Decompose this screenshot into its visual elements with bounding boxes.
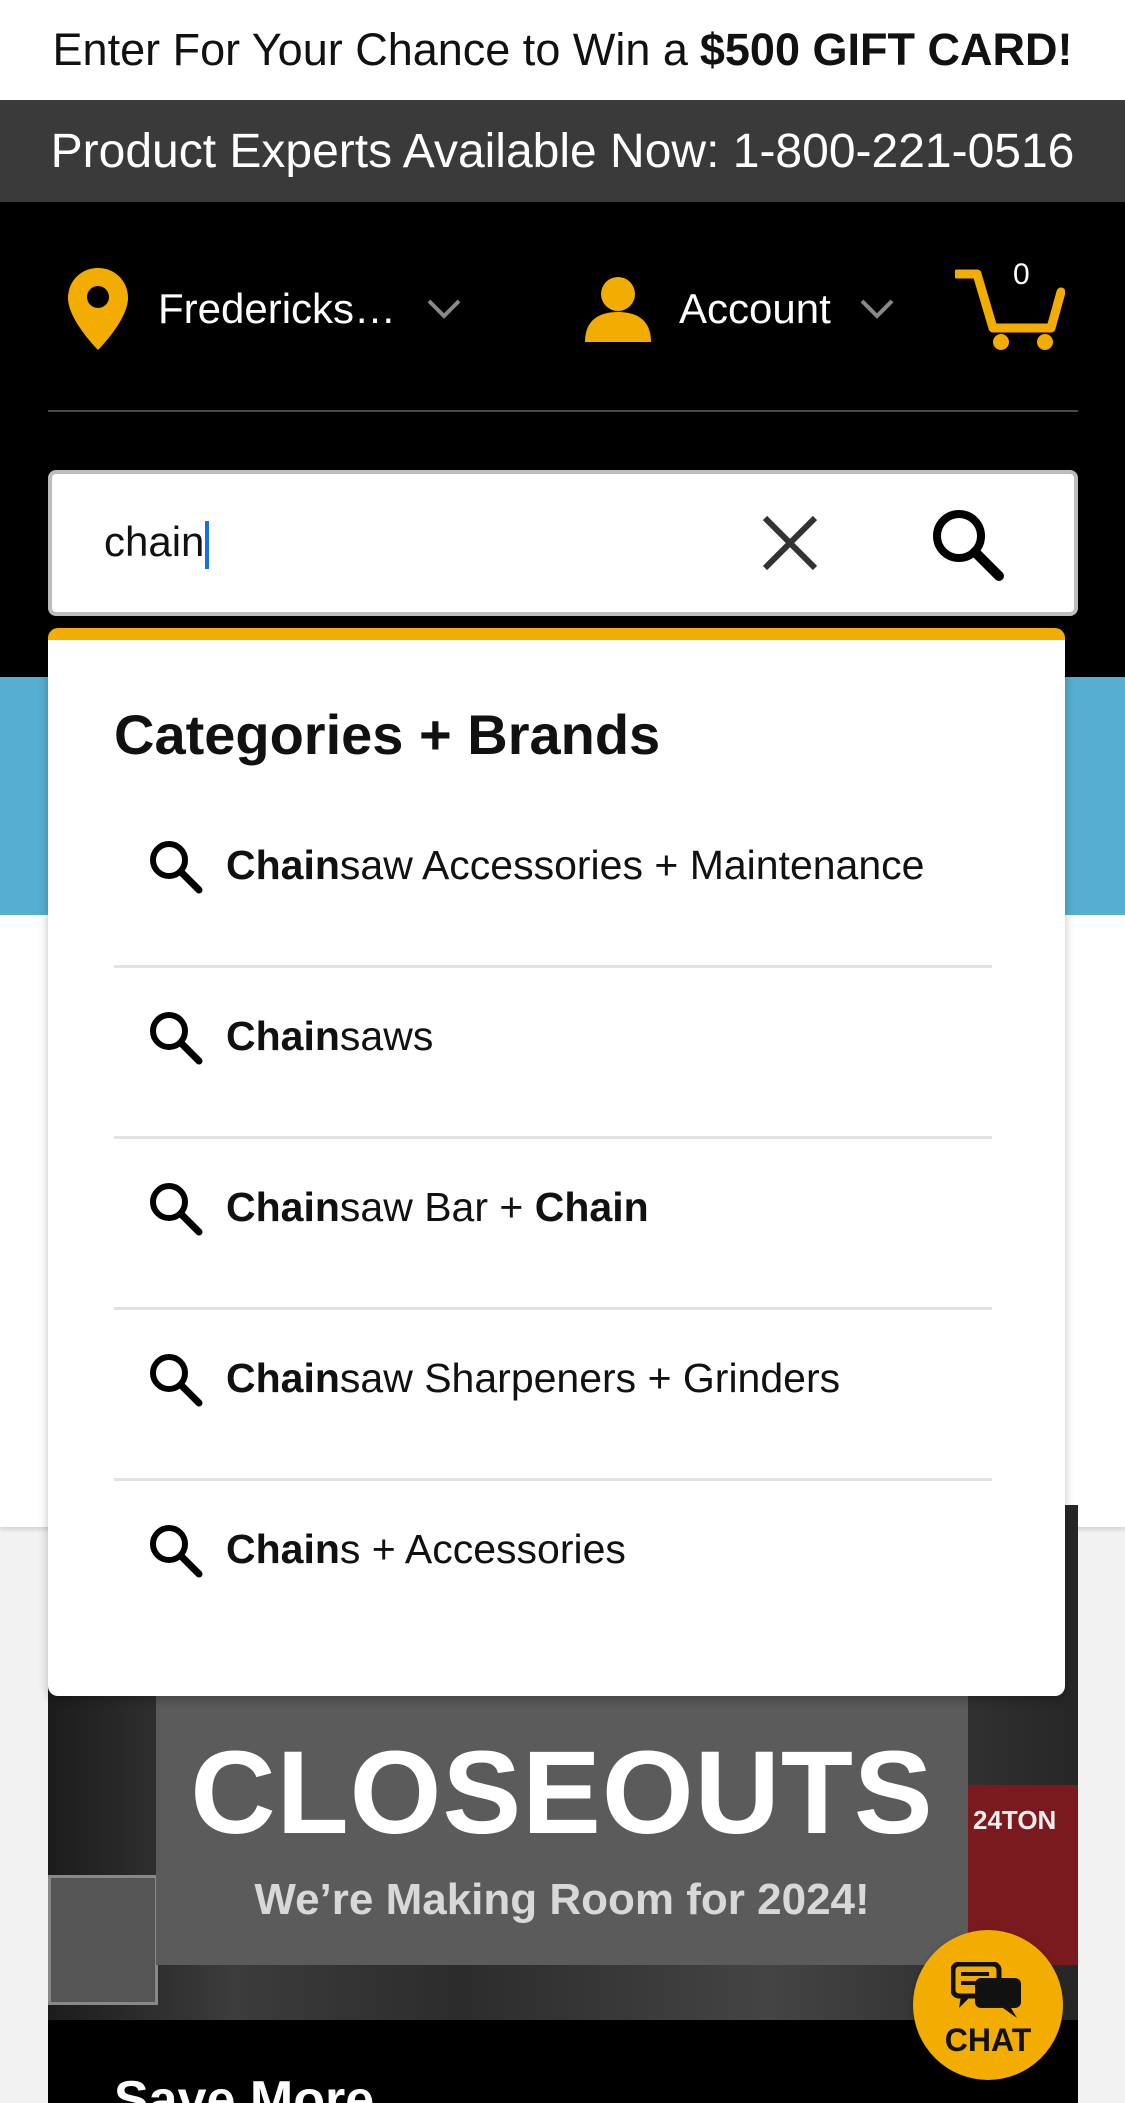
banner-subtitle: We’re Making Room for 2024! [254,1875,870,1924]
generator-image [48,1875,158,2005]
search-suggestions-dropdown: Categories + Brands Chainsaw Accessories… [48,628,1065,1696]
chevron-down-icon [860,299,894,319]
user-icon [585,277,651,342]
suggestion-item[interactable]: Chainsaw Sharpeners + Grinders [114,1293,992,1464]
map-pin-icon [68,268,128,350]
banner-title: CLOSEOUTS [190,1727,934,1859]
search-icon [150,1353,203,1406]
header-divider [48,410,1078,412]
cart-count: 0 [1013,258,1030,291]
search-icon[interactable] [927,504,1007,584]
search-input[interactable]: chain [104,518,210,569]
search-icon [150,1011,203,1064]
promo-text: Enter For Your Chance to Win a [52,24,688,75]
chat-bubble-icon [951,1962,1021,2018]
suggestion-label: Chains + Accessories [226,1526,626,1572]
chat-label: CHAT [944,2022,1032,2058]
suggestion-item[interactable]: Chainsaw Accessories + Maintenance [114,780,992,951]
promo-highlight: $500 GIFT CARD! [699,24,1073,75]
account-menu[interactable]: Account [585,276,895,342]
search-icon [150,1524,203,1577]
brand-text: 24TON [973,1805,1057,1835]
chat-button[interactable]: CHAT [913,1930,1063,2080]
search-box[interactable]: chain [48,470,1078,616]
promo-banner[interactable]: Enter For Your Chance to Win a $500 GIFT… [0,0,1125,100]
suggestion-item[interactable]: Chainsaws [114,951,992,1122]
search-icon [150,840,203,893]
cart-button[interactable]: 0 [952,258,1066,352]
suggestion-label: Chainsaw Sharpeners + Grinders [226,1355,841,1401]
close-icon[interactable] [757,510,823,576]
suggestion-item[interactable]: Chains + Accessories [114,1464,992,1635]
store-location-label: Fredericks… [158,285,397,332]
suggestion-item[interactable]: Chainsaw Bar + Chain [114,1122,992,1293]
suggestion-label: Chainsaw Bar + Chain [226,1184,649,1230]
cart-icon [952,269,1066,350]
suggestions-heading: Categories + Brands [114,703,661,766]
suggestion-label: Chainsaws [226,1013,434,1059]
experts-text: Product Experts Available Now: 1-800-221… [50,124,1075,178]
experts-phone-bar[interactable]: Product Experts Available Now: 1-800-221… [0,100,1125,202]
chevron-down-icon [427,299,461,319]
search-input-value: chain [104,518,205,565]
search-icon [150,1182,203,1235]
account-label: Account [679,285,831,332]
text-cursor [205,520,210,569]
suggestion-label: Chainsaw Accessories + Maintenance [226,842,925,888]
store-location-selector[interactable]: Fredericks… [68,268,462,350]
save-more-title: Save More [114,2071,375,2103]
